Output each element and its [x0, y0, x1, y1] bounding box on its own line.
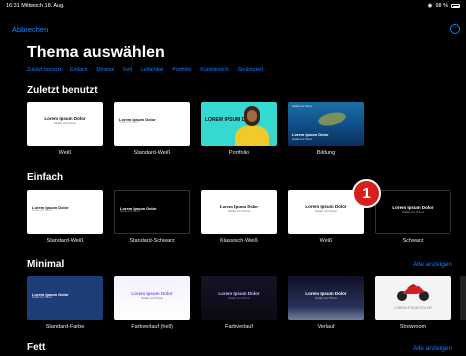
theme-thumb-standard-weiss-recent[interactable]: Lorem Ipsum Dolor Details zum Thema — [114, 102, 190, 146]
category-fett[interactable]: Fett — [123, 67, 132, 73]
battery-percent: 98 % — [435, 3, 448, 9]
theme-label: Standard-Farbe — [45, 324, 85, 330]
theme-label: Weiß — [58, 150, 72, 156]
category-kuenstlerisch[interactable]: Künstlerisch — [200, 67, 228, 73]
person-image — [235, 126, 269, 146]
thumb-preview-subtitle: Details zum Thema — [120, 211, 140, 213]
section-title-minimal: Minimal — [27, 259, 65, 270]
thumb-preview-title: Lorem Ipsum Dolor — [292, 132, 329, 137]
thumb-preview-title: Lorem Ipsum Dolor — [44, 116, 86, 121]
theme-label: Portfolio — [228, 150, 250, 156]
thumb-preview-subtitle: Details zum Thema — [32, 297, 52, 299]
theme-thumb-standard-schwarz[interactable]: Lorem Ipsum Dolor Details zum Thema — [114, 190, 190, 234]
theme-thumb-klassisch-weiss[interactable]: Lorem Ipsum Dolor Details zum Thema — [201, 190, 277, 234]
theme-label: Klassisch-Weiß — [220, 238, 258, 244]
theme-thumb-standard-farbe[interactable]: Lorem Ipsum Dolor Details zum Thema — [27, 276, 103, 320]
thumb-preview-title: LOREM IPSUM DOLOR — [394, 306, 432, 310]
thumb-preview-title: Lorem Ipsum Dolor — [305, 204, 347, 209]
theme-label: Verlauf — [317, 324, 335, 330]
category-strukturiert[interactable]: Strukturiert — [238, 67, 263, 73]
category-einfach[interactable]: Einfach — [70, 67, 87, 73]
thumb-preview-subtitle: Details zum Thema — [402, 211, 424, 214]
category-portfolio[interactable]: Portfolio — [172, 67, 191, 73]
page-title: Thema auswählen — [27, 44, 165, 61]
theme-thumb-standard-weiss[interactable]: Lorem Ipsum Dolor Details zum Thema — [27, 190, 103, 234]
thumb-preview-subtitle: Details zum Thema — [292, 139, 312, 141]
theme-thumb-partial[interactable] — [460, 276, 466, 320]
step-number-badge: 1 — [352, 179, 381, 208]
thumb-preview-title: Lorem Ipsum Dolor — [218, 291, 260, 296]
theme-label: Schwarz — [402, 238, 424, 244]
theme-thumb-farbverlauf[interactable]: Lorem Ipsum Dolor Details zum Thema — [201, 276, 277, 320]
theme-label: Standard-Weiß — [133, 150, 171, 156]
thumb-preview-subtitle: Details zum Thema — [228, 210, 250, 213]
thumb-preview-title: Lorem Ipsum Dolor — [219, 204, 259, 209]
thumb-preview-subtitle: Details zum Thema — [315, 297, 337, 300]
thumb-preview-title: Lorem Ipsum Dolor — [392, 205, 434, 210]
thumb-preview-subtitle: Details zum Thema — [119, 122, 139, 124]
theme-label: Standard-Weiß — [46, 238, 84, 244]
status-time-date: 16:31 Mittwoch 18. Aug. — [6, 3, 65, 9]
person-face — [247, 110, 257, 122]
category-zuletzt-benutzt[interactable]: Zuletzt benutzt — [27, 67, 61, 73]
thumb-preview-subtitle: Details zum Thema — [228, 297, 250, 300]
status-bar: 16:31 Mittwoch 18. Aug. ◉ 98 % — [0, 0, 466, 12]
theme-label: Showroom — [399, 324, 427, 330]
theme-thumb-farbverlauf-hell[interactable]: Lorem Ipsum Dolor Details zum Thema — [114, 276, 190, 320]
motorcycle-image — [397, 284, 429, 301]
thumb-preview-title: Lorem Ipsum Dolor — [305, 291, 347, 296]
thumb-preview-title: Lorem Ipsum Dolor — [131, 291, 173, 296]
theme-label: Bildung — [316, 150, 336, 156]
cancel-button[interactable]: Abbrechen — [12, 25, 48, 34]
theme-label: Farbverlauf (hell) — [131, 324, 173, 330]
category-minimal[interactable]: Minimal — [96, 67, 114, 73]
ellipsis-circle-icon[interactable]: ··· — [450, 24, 460, 34]
thumb-preview-subtitle: Details zum Thema — [54, 122, 76, 125]
theme-thumb-verlauf[interactable]: Lorem Ipsum Dolor Details zum Thema — [288, 276, 364, 320]
theme-thumb-showroom[interactable]: LOREM IPSUM DOLOR — [375, 276, 451, 320]
status-right: ◉ 98 % — [428, 3, 460, 9]
thumb-preview-subtitle: Details zum Thema — [32, 210, 52, 212]
battery-icon — [451, 4, 460, 8]
theme-thumb-portfolio[interactable]: LOREM IPSUM DOLOR — [201, 102, 277, 146]
theme-label: Standard-Schwarz — [129, 238, 175, 244]
thumb-preview-subtitle: Details zum Thema — [315, 210, 337, 213]
turtle-image — [317, 110, 347, 128]
theme-thumb-schwarz[interactable]: Lorem Ipsum Dolor Details zum Thema — [375, 190, 451, 234]
theme-thumb-weiss-recent[interactable]: Lorem Ipsum Dolor Details zum Thema — [27, 102, 103, 146]
category-filter-bar: Zuletzt benutzt Einfach Minimal Fett Lei… — [27, 67, 263, 73]
section-title-fett: Fett — [27, 342, 46, 353]
see-all-minimal-link[interactable]: Alle anzeigen — [413, 261, 452, 268]
thumb-preview-top: Details zum Thema — [292, 106, 312, 108]
section-title-einfach: Einfach — [27, 172, 64, 183]
see-all-fett-link[interactable]: Alle anzeigen — [413, 345, 452, 352]
category-leitartikel[interactable]: Leitartikel — [141, 67, 163, 73]
thumb-preview-subtitle: Details zum Thema — [141, 297, 163, 300]
theme-label: Farbverlauf — [225, 324, 253, 330]
wifi-icon: ◉ — [427, 3, 433, 9]
theme-label: Weiß — [319, 238, 333, 244]
theme-thumb-bildung[interactable]: Details zum Thema Lorem Ipsum Dolor Deta… — [288, 102, 364, 146]
section-title-zuletzt-benutzt: Zuletzt benutzt — [27, 85, 98, 96]
